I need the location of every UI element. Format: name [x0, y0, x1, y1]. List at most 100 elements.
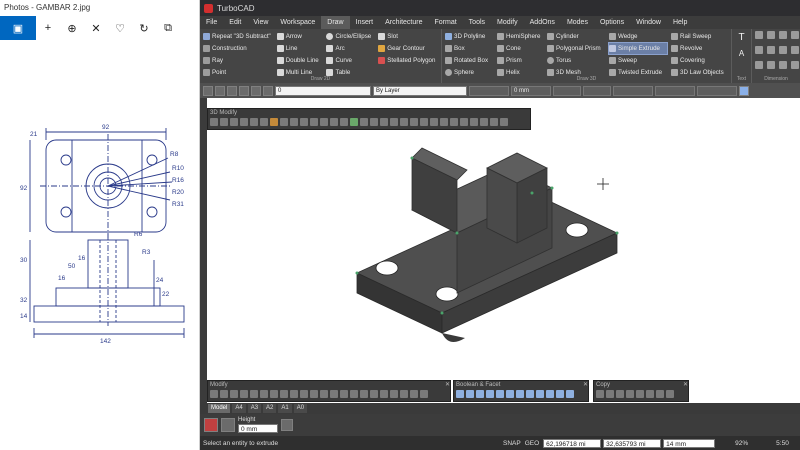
- modify-tool-13-icon[interactable]: [330, 390, 338, 398]
- tab-model[interactable]: Model: [208, 404, 231, 413]
- text-format-icon[interactable]: A: [736, 47, 748, 59]
- dimension-arc-icon[interactable]: [755, 61, 763, 69]
- boolean-tool-7-icon[interactable]: [516, 390, 524, 398]
- modify-tool-21-icon[interactable]: [410, 390, 418, 398]
- ribbon-box[interactable]: Box: [445, 43, 493, 54]
- menu-workspace[interactable]: Workspace: [274, 16, 321, 29]
- dimension-chain-icon[interactable]: [779, 61, 787, 69]
- tab-a4[interactable]: A4: [232, 404, 246, 413]
- dimension-radial-icon[interactable]: [791, 31, 799, 39]
- copy-tool-6-icon[interactable]: [646, 390, 654, 398]
- tab-a3[interactable]: A3: [247, 404, 262, 413]
- prop-button-3[interactable]: [227, 85, 237, 96]
- tab-a0[interactable]: A0: [293, 404, 308, 413]
- zoom-icon[interactable]: ⊕: [60, 16, 84, 40]
- modify-tool-1-icon[interactable]: [210, 390, 218, 398]
- modify-tool-11-icon[interactable]: [310, 390, 318, 398]
- 3d-tool-23-icon[interactable]: [430, 118, 438, 126]
- 3d-tool-15-icon[interactable]: [350, 118, 358, 126]
- modify-tool-17-icon[interactable]: [370, 390, 378, 398]
- ribbon-line[interactable]: Line: [276, 43, 323, 54]
- modify-tool-19-icon[interactable]: [390, 390, 398, 398]
- brush-dropdown[interactable]: [697, 85, 737, 96]
- by-layer-dropdown[interactable]: By Layer: [373, 85, 467, 96]
- ribbon-repeat[interactable]: Repeat "3D Subtract": [203, 31, 273, 42]
- 3d-tool-9-icon[interactable]: [290, 118, 298, 126]
- 3d-tool-16-icon[interactable]: [360, 118, 368, 126]
- menu-edit[interactable]: Edit: [223, 16, 247, 29]
- 3d-tool-24-icon[interactable]: [440, 118, 448, 126]
- 3d-tool-22-icon[interactable]: [420, 118, 428, 126]
- modify-tool-10-icon[interactable]: [300, 390, 308, 398]
- ribbon-prism[interactable]: Prism: [497, 55, 543, 66]
- dimension-ordinate-icon[interactable]: [767, 46, 775, 54]
- ribbon-3d-polyline[interactable]: 3D Polyline: [445, 31, 493, 42]
- ribbon-revolve[interactable]: Revolve: [671, 43, 727, 54]
- boolean-tool-3-icon[interactable]: [476, 390, 484, 398]
- 3d-tool-6-icon[interactable]: [260, 118, 268, 126]
- copy-tool-5-icon[interactable]: [636, 390, 644, 398]
- modify-tool-20-icon[interactable]: [400, 390, 408, 398]
- ribbon-arc[interactable]: Arc: [326, 43, 374, 54]
- layer-field[interactable]: 0: [275, 85, 371, 96]
- 3d-tool-11-icon[interactable]: [310, 118, 318, 126]
- menu-format[interactable]: Format: [429, 16, 463, 29]
- menu-options[interactable]: Options: [594, 16, 630, 29]
- dimension-datum-icon[interactable]: [779, 46, 787, 54]
- boolean-tool-9-icon[interactable]: [536, 390, 544, 398]
- modify-tool-4-icon[interactable]: [240, 390, 248, 398]
- tab-a1[interactable]: A1: [278, 404, 292, 413]
- menu-help[interactable]: Help: [667, 16, 693, 29]
- menu-window[interactable]: Window: [630, 16, 667, 29]
- ribbon-arrow[interactable]: Arrow: [276, 31, 323, 42]
- boolean-tool-8-icon[interactable]: [526, 390, 534, 398]
- ribbon-circle-ellipse[interactable]: Circle/Ellipse: [326, 31, 374, 42]
- 3d-tool-4-icon[interactable]: [240, 118, 248, 126]
- boolean-tool-10-icon[interactable]: [546, 390, 554, 398]
- ribbon-hemisphere[interactable]: HemiSphere: [497, 31, 543, 42]
- copy-tool-2-icon[interactable]: [606, 390, 614, 398]
- dimension-diameter-icon[interactable]: [755, 46, 763, 54]
- copy-tool-8-icon[interactable]: [666, 390, 674, 398]
- boolean-tool-6-icon[interactable]: [506, 390, 514, 398]
- dimension-style-icon[interactable]: [791, 61, 799, 69]
- ribbon-rail-sweep[interactable]: Rail Sweep: [671, 31, 727, 42]
- inspector-lock-icon[interactable]: [281, 419, 293, 431]
- ribbon-gear-contour[interactable]: Gear Contour: [378, 43, 438, 54]
- fill-dropdown[interactable]: [583, 85, 611, 96]
- dimension-aligned-icon[interactable]: [767, 31, 775, 39]
- ribbon-curve[interactable]: Curve: [326, 55, 374, 66]
- ribbon-cylinder[interactable]: Cylinder: [547, 31, 605, 42]
- x-coordinate[interactable]: 62,196718 mi: [543, 438, 602, 448]
- drawing-viewport[interactable]: 3D Modify Modify ✕ Boolean & Facet ✕ Cop…: [207, 98, 800, 403]
- 3d-tool-8-icon[interactable]: [280, 118, 288, 126]
- 3d-tool-25-icon[interactable]: [450, 118, 458, 126]
- 3d-tool-21-icon[interactable]: [410, 118, 418, 126]
- pattern-dropdown[interactable]: [553, 85, 581, 96]
- rotate-icon[interactable]: ↻: [132, 16, 156, 40]
- ribbon-wedge[interactable]: Wedge: [609, 31, 667, 42]
- 3d-tool-17-icon[interactable]: [370, 118, 378, 126]
- dimension-leader-icon[interactable]: [767, 61, 775, 69]
- modify-tool-8-icon[interactable]: [280, 390, 288, 398]
- prop-button-1[interactable]: [203, 85, 213, 96]
- 3d-tool-27-icon[interactable]: [470, 118, 478, 126]
- prop-button-5[interactable]: [251, 85, 261, 96]
- prop-extra-button[interactable]: [739, 85, 749, 96]
- ribbon-sweep[interactable]: Sweep: [609, 55, 667, 66]
- height-input[interactable]: 0 mm: [238, 424, 278, 433]
- pen-dropdown[interactable]: [655, 85, 695, 96]
- ribbon-cone[interactable]: Cone: [497, 43, 543, 54]
- menu-insert[interactable]: Insert: [350, 16, 380, 29]
- prop-button-2[interactable]: [215, 85, 225, 96]
- favorite-icon[interactable]: ♡: [108, 16, 132, 40]
- dimension-linear-icon[interactable]: [755, 31, 763, 39]
- modify-tool-18-icon[interactable]: [380, 390, 388, 398]
- ribbon-construction[interactable]: Construction: [203, 43, 273, 54]
- inspector-option-icon[interactable]: [221, 418, 235, 432]
- color-dropdown[interactable]: [613, 85, 653, 96]
- modify-tool-6-icon[interactable]: [260, 390, 268, 398]
- dimension-angular-icon[interactable]: [779, 31, 787, 39]
- 3d-tool-2-icon[interactable]: [220, 118, 228, 126]
- crop-icon[interactable]: ⧉: [156, 16, 180, 40]
